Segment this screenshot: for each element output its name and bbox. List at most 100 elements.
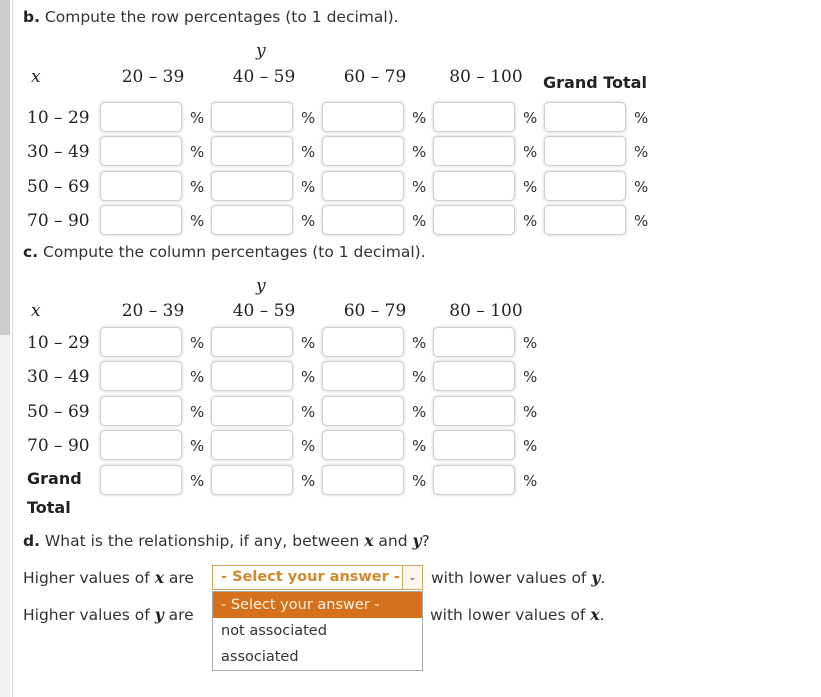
percentage-input[interactable] <box>100 327 182 357</box>
percentage-input[interactable] <box>211 102 293 132</box>
percent-sign: % <box>190 334 205 352</box>
select-option[interactable]: - Select your answer - <box>213 592 422 618</box>
percentage-input[interactable] <box>322 465 404 495</box>
percentage-input[interactable] <box>544 136 626 166</box>
percentage-input[interactable] <box>211 361 293 391</box>
percentage-input[interactable] <box>544 205 626 235</box>
percentage-input[interactable] <box>433 102 515 132</box>
part-b-prefix: b. <box>23 8 40 26</box>
col-header: 60 – 79 <box>343 301 407 321</box>
and-text: and <box>378 532 408 550</box>
percent-sign: % <box>301 472 316 490</box>
percent-sign: % <box>634 212 649 230</box>
percentage-input[interactable] <box>433 361 515 391</box>
percent-sign: % <box>190 437 205 455</box>
percentage-input[interactable] <box>433 396 515 426</box>
percent-sign: % <box>301 437 316 455</box>
row-label: 10 – 29 <box>27 333 90 353</box>
percent-sign: % <box>412 178 427 196</box>
grand-total-header: Grand Total <box>543 73 647 92</box>
percent-sign: % <box>523 178 538 196</box>
percentage-input[interactable] <box>433 205 515 235</box>
row-label: 30 – 49 <box>27 367 90 387</box>
percent-sign: % <box>412 143 427 161</box>
percentage-input[interactable] <box>211 171 293 201</box>
percentage-input[interactable] <box>433 171 515 201</box>
scrollbar-thumb[interactable] <box>0 0 10 335</box>
percent-sign: % <box>523 368 538 386</box>
select-dropdown-list: - Select your answer - not associated as… <box>212 591 423 671</box>
percent-sign: % <box>634 143 649 161</box>
line2-var2: x <box>590 605 600 624</box>
col-header: 20 – 39 <box>121 67 185 87</box>
percent-sign: % <box>301 212 316 230</box>
left-divider <box>12 0 13 697</box>
percentage-input[interactable] <box>322 327 404 357</box>
percent-sign: % <box>523 437 538 455</box>
percent-sign: % <box>301 334 316 352</box>
percentage-input[interactable] <box>100 430 182 460</box>
percent-sign: % <box>301 143 316 161</box>
percent-sign: % <box>190 368 205 386</box>
percentage-input[interactable] <box>322 102 404 132</box>
percentage-input[interactable] <box>100 396 182 426</box>
percent-sign: % <box>301 109 316 127</box>
percentage-input[interactable] <box>211 465 293 495</box>
percent-sign: % <box>523 212 538 230</box>
percent-sign: % <box>190 143 205 161</box>
chevron-down-icon[interactable]: ⌄ <box>402 566 422 589</box>
percentage-input[interactable] <box>322 136 404 166</box>
part-d-text: What is the relationship, if any, betwee… <box>44 532 360 550</box>
line1-after: with lower values of <box>431 569 587 587</box>
col-header: 60 – 79 <box>343 67 407 87</box>
percent-sign: % <box>634 109 649 127</box>
percentage-input[interactable] <box>433 430 515 460</box>
percentage-input[interactable] <box>322 361 404 391</box>
percentage-input[interactable] <box>544 171 626 201</box>
percentage-input[interactable] <box>100 361 182 391</box>
relationship-select-1[interactable]: - Select your answer - ⌄ <box>212 565 423 590</box>
line1-are: are <box>168 569 194 587</box>
percentage-input[interactable] <box>211 430 293 460</box>
line2-end: . <box>599 606 605 624</box>
part-c-heading: c. Compute the column percentages (to 1 … <box>23 243 426 261</box>
percent-sign: % <box>412 109 427 127</box>
percentage-input[interactable] <box>211 136 293 166</box>
select-option[interactable]: associated <box>213 644 422 670</box>
percent-sign: % <box>190 178 205 196</box>
percent-sign: % <box>412 472 427 490</box>
row-label: 50 – 69 <box>27 402 90 422</box>
percentage-input[interactable] <box>433 465 515 495</box>
col-header: 80 – 100 <box>449 301 523 321</box>
percentage-input[interactable] <box>322 171 404 201</box>
line2-before: Higher values of <box>23 606 150 624</box>
percentage-input[interactable] <box>322 430 404 460</box>
percent-sign: % <box>634 178 649 196</box>
part-b-text: Compute the row percentages (to 1 decima… <box>44 8 399 26</box>
percentage-input[interactable] <box>433 327 515 357</box>
select-value: - Select your answer - <box>221 569 400 585</box>
percentage-input[interactable] <box>100 171 182 201</box>
x-axis-label: x <box>31 301 41 321</box>
percent-sign: % <box>523 143 538 161</box>
select-option[interactable]: not associated <box>213 618 422 644</box>
percentage-input[interactable] <box>544 102 626 132</box>
percentage-input[interactable] <box>433 136 515 166</box>
percent-sign: % <box>412 437 427 455</box>
percentage-input[interactable] <box>100 465 182 495</box>
percentage-input[interactable] <box>100 136 182 166</box>
percentage-input[interactable] <box>322 396 404 426</box>
col-header: 80 – 100 <box>449 67 523 87</box>
line1-var: x <box>154 568 164 587</box>
row-label: 10 – 29 <box>27 108 90 128</box>
percentage-input[interactable] <box>211 396 293 426</box>
percentage-input[interactable] <box>211 205 293 235</box>
percentage-input[interactable] <box>211 327 293 357</box>
percent-sign: % <box>190 472 205 490</box>
percentage-input[interactable] <box>100 205 182 235</box>
y-axis-label: y <box>256 41 266 61</box>
percentage-input[interactable] <box>100 102 182 132</box>
percent-sign: % <box>190 212 205 230</box>
percentage-input[interactable] <box>322 205 404 235</box>
col-header: 20 – 39 <box>121 301 185 321</box>
